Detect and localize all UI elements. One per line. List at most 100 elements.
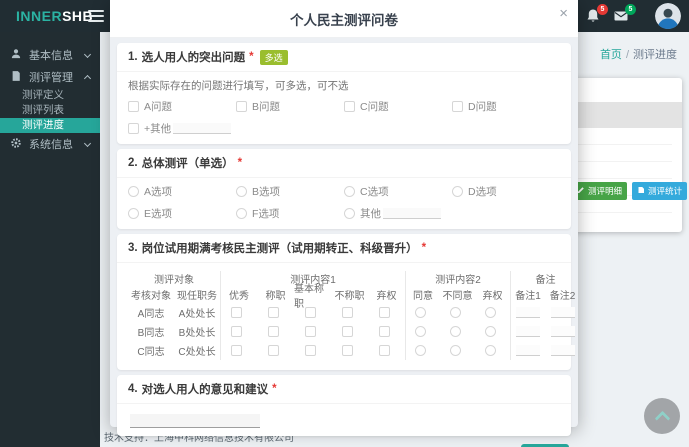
- checkbox[interactable]: [304, 345, 316, 356]
- checkbox[interactable]: [344, 101, 355, 112]
- radio[interactable]: [449, 307, 461, 318]
- messages-button[interactable]: 5: [613, 4, 636, 24]
- sidebar-item-eval-progress[interactable]: 测评进度: [0, 118, 100, 133]
- radio[interactable]: [484, 307, 496, 318]
- table-cell: [545, 341, 580, 360]
- breadcrumb: 首页 / 测评进度: [600, 46, 677, 62]
- table-cell: [475, 303, 510, 322]
- remark2-input[interactable]: [550, 345, 575, 356]
- evaluation-table: 测评对象 测评内容1 测评内容2 备注 考核对象 现任职务 优秀 称职 基本称职…: [128, 269, 575, 362]
- remark1-input[interactable]: [516, 326, 540, 337]
- chevron-down-icon: [83, 139, 92, 147]
- sidebar-item-eval-list[interactable]: 测评列表: [0, 103, 100, 118]
- option-label: A选项: [144, 186, 173, 198]
- checkbox[interactable]: [341, 326, 353, 337]
- radio-option-b[interactable]: B选项: [236, 184, 344, 199]
- radio-option-a[interactable]: A选项: [128, 184, 236, 199]
- notifications-button[interactable]: 5: [585, 4, 608, 24]
- table-cell: [440, 341, 475, 360]
- radio[interactable]: [236, 208, 247, 219]
- radio[interactable]: [344, 186, 355, 197]
- radio[interactable]: [484, 345, 496, 356]
- checkbox-option-other[interactable]: +其他: [128, 121, 236, 136]
- close-icon[interactable]: ×: [559, 6, 568, 21]
- eval-stats-label: 测评统计: [648, 186, 683, 196]
- checkbox-option-b[interactable]: B问题: [236, 99, 344, 114]
- eval-stats-button[interactable]: 测评统计: [632, 182, 688, 200]
- radio-option-e[interactable]: E选项: [128, 206, 236, 221]
- remark2-input[interactable]: [550, 307, 575, 318]
- table-cell: [220, 303, 257, 322]
- checkbox[interactable]: [304, 307, 316, 318]
- document-icon: [10, 70, 29, 85]
- checkbox[interactable]: [267, 307, 279, 318]
- required-asterisk: *: [421, 242, 427, 254]
- questionnaire-modal: 个人民主测评问卷 × 1. 选人用人的突出问题 * 多选 根据实际存在的问题进行…: [110, 0, 578, 447]
- checkbox[interactable]: [128, 123, 139, 134]
- eval-detail-button[interactable]: 测评明细: [572, 182, 628, 200]
- opinion-input[interactable]: [130, 414, 260, 428]
- table-cell: [331, 341, 368, 360]
- section-question-2: 2. 总体测评（单选） * A选项 B选项 C选项 D选项 E选项 F选项 其他: [117, 149, 571, 229]
- radio-option-d[interactable]: D选项: [452, 184, 560, 199]
- option-label: F选项: [252, 208, 280, 220]
- checkbox[interactable]: [231, 345, 242, 356]
- row-person: B同志: [137, 328, 165, 339]
- radio[interactable]: [415, 307, 426, 318]
- checkbox[interactable]: [341, 307, 353, 318]
- section2-other-input[interactable]: [383, 208, 441, 219]
- checkbox[interactable]: [267, 326, 279, 337]
- section1-other-input[interactable]: [173, 123, 232, 134]
- radio[interactable]: [452, 186, 463, 197]
- radio[interactable]: [128, 186, 139, 197]
- sidebar-item-eval-define[interactable]: 测评定义: [0, 88, 100, 103]
- sidebar-item-system-info[interactable]: 系统信息: [0, 133, 100, 155]
- radio[interactable]: [449, 345, 461, 356]
- checkbox-option-c[interactable]: C问题: [344, 99, 452, 114]
- radio-option-other[interactable]: 其他: [344, 206, 452, 221]
- checkbox[interactable]: [231, 326, 242, 337]
- checkbox[interactable]: [128, 101, 139, 112]
- option-label: B选项: [252, 186, 281, 198]
- checkbox[interactable]: [378, 345, 390, 356]
- checkbox-option-a[interactable]: A问题: [128, 99, 236, 114]
- modal-body: 1. 选人用人的突出问题 * 多选 根据实际存在的问题进行填写，可多选，可不选 …: [110, 38, 578, 441]
- radio[interactable]: [236, 186, 247, 197]
- option-label: A问题: [144, 101, 173, 113]
- radio-option-f[interactable]: F选项: [236, 206, 344, 221]
- radio[interactable]: [128, 208, 139, 219]
- checkbox[interactable]: [452, 101, 463, 112]
- checkbox[interactable]: [231, 307, 242, 318]
- sidebar-item-label: 基本信息: [29, 50, 73, 62]
- checkbox[interactable]: [267, 345, 279, 356]
- checkbox[interactable]: [378, 307, 390, 318]
- column-header: 考核对象: [131, 291, 171, 302]
- table-cell: [405, 341, 440, 360]
- user-avatar[interactable]: [655, 3, 681, 29]
- table-cell: [257, 341, 294, 360]
- remark1-input[interactable]: [516, 345, 540, 356]
- checkbox[interactable]: [236, 101, 247, 112]
- table-cell: [440, 303, 475, 322]
- remark2-input[interactable]: [550, 326, 575, 337]
- radio[interactable]: [344, 208, 355, 219]
- radio-option-c[interactable]: C选项: [344, 184, 452, 199]
- table-cell: [510, 341, 545, 360]
- section-question-4: 4. 对选人用人的意见和建议 *: [117, 375, 571, 436]
- checkbox-option-d[interactable]: D问题: [452, 99, 560, 114]
- scroll-top-button[interactable]: [644, 398, 680, 434]
- section-question-1: 1. 选人用人的突出问题 * 多选 根据实际存在的问题进行填写，可多选，可不选 …: [117, 43, 571, 144]
- radio[interactable]: [415, 345, 426, 356]
- breadcrumb-home-link[interactable]: 首页: [600, 49, 622, 61]
- checkbox[interactable]: [304, 326, 316, 337]
- radio[interactable]: [484, 326, 496, 337]
- column-header: 基本称职: [294, 283, 324, 310]
- sidebar-item-eval-manage[interactable]: 测评管理: [0, 66, 100, 88]
- checkbox[interactable]: [341, 345, 353, 356]
- sidebar-item-basic-info[interactable]: 基本信息: [0, 44, 100, 66]
- menu-toggle-icon[interactable]: [88, 10, 104, 25]
- checkbox[interactable]: [378, 326, 390, 337]
- radio[interactable]: [449, 326, 461, 337]
- radio[interactable]: [415, 326, 426, 337]
- remark1-input[interactable]: [516, 307, 540, 318]
